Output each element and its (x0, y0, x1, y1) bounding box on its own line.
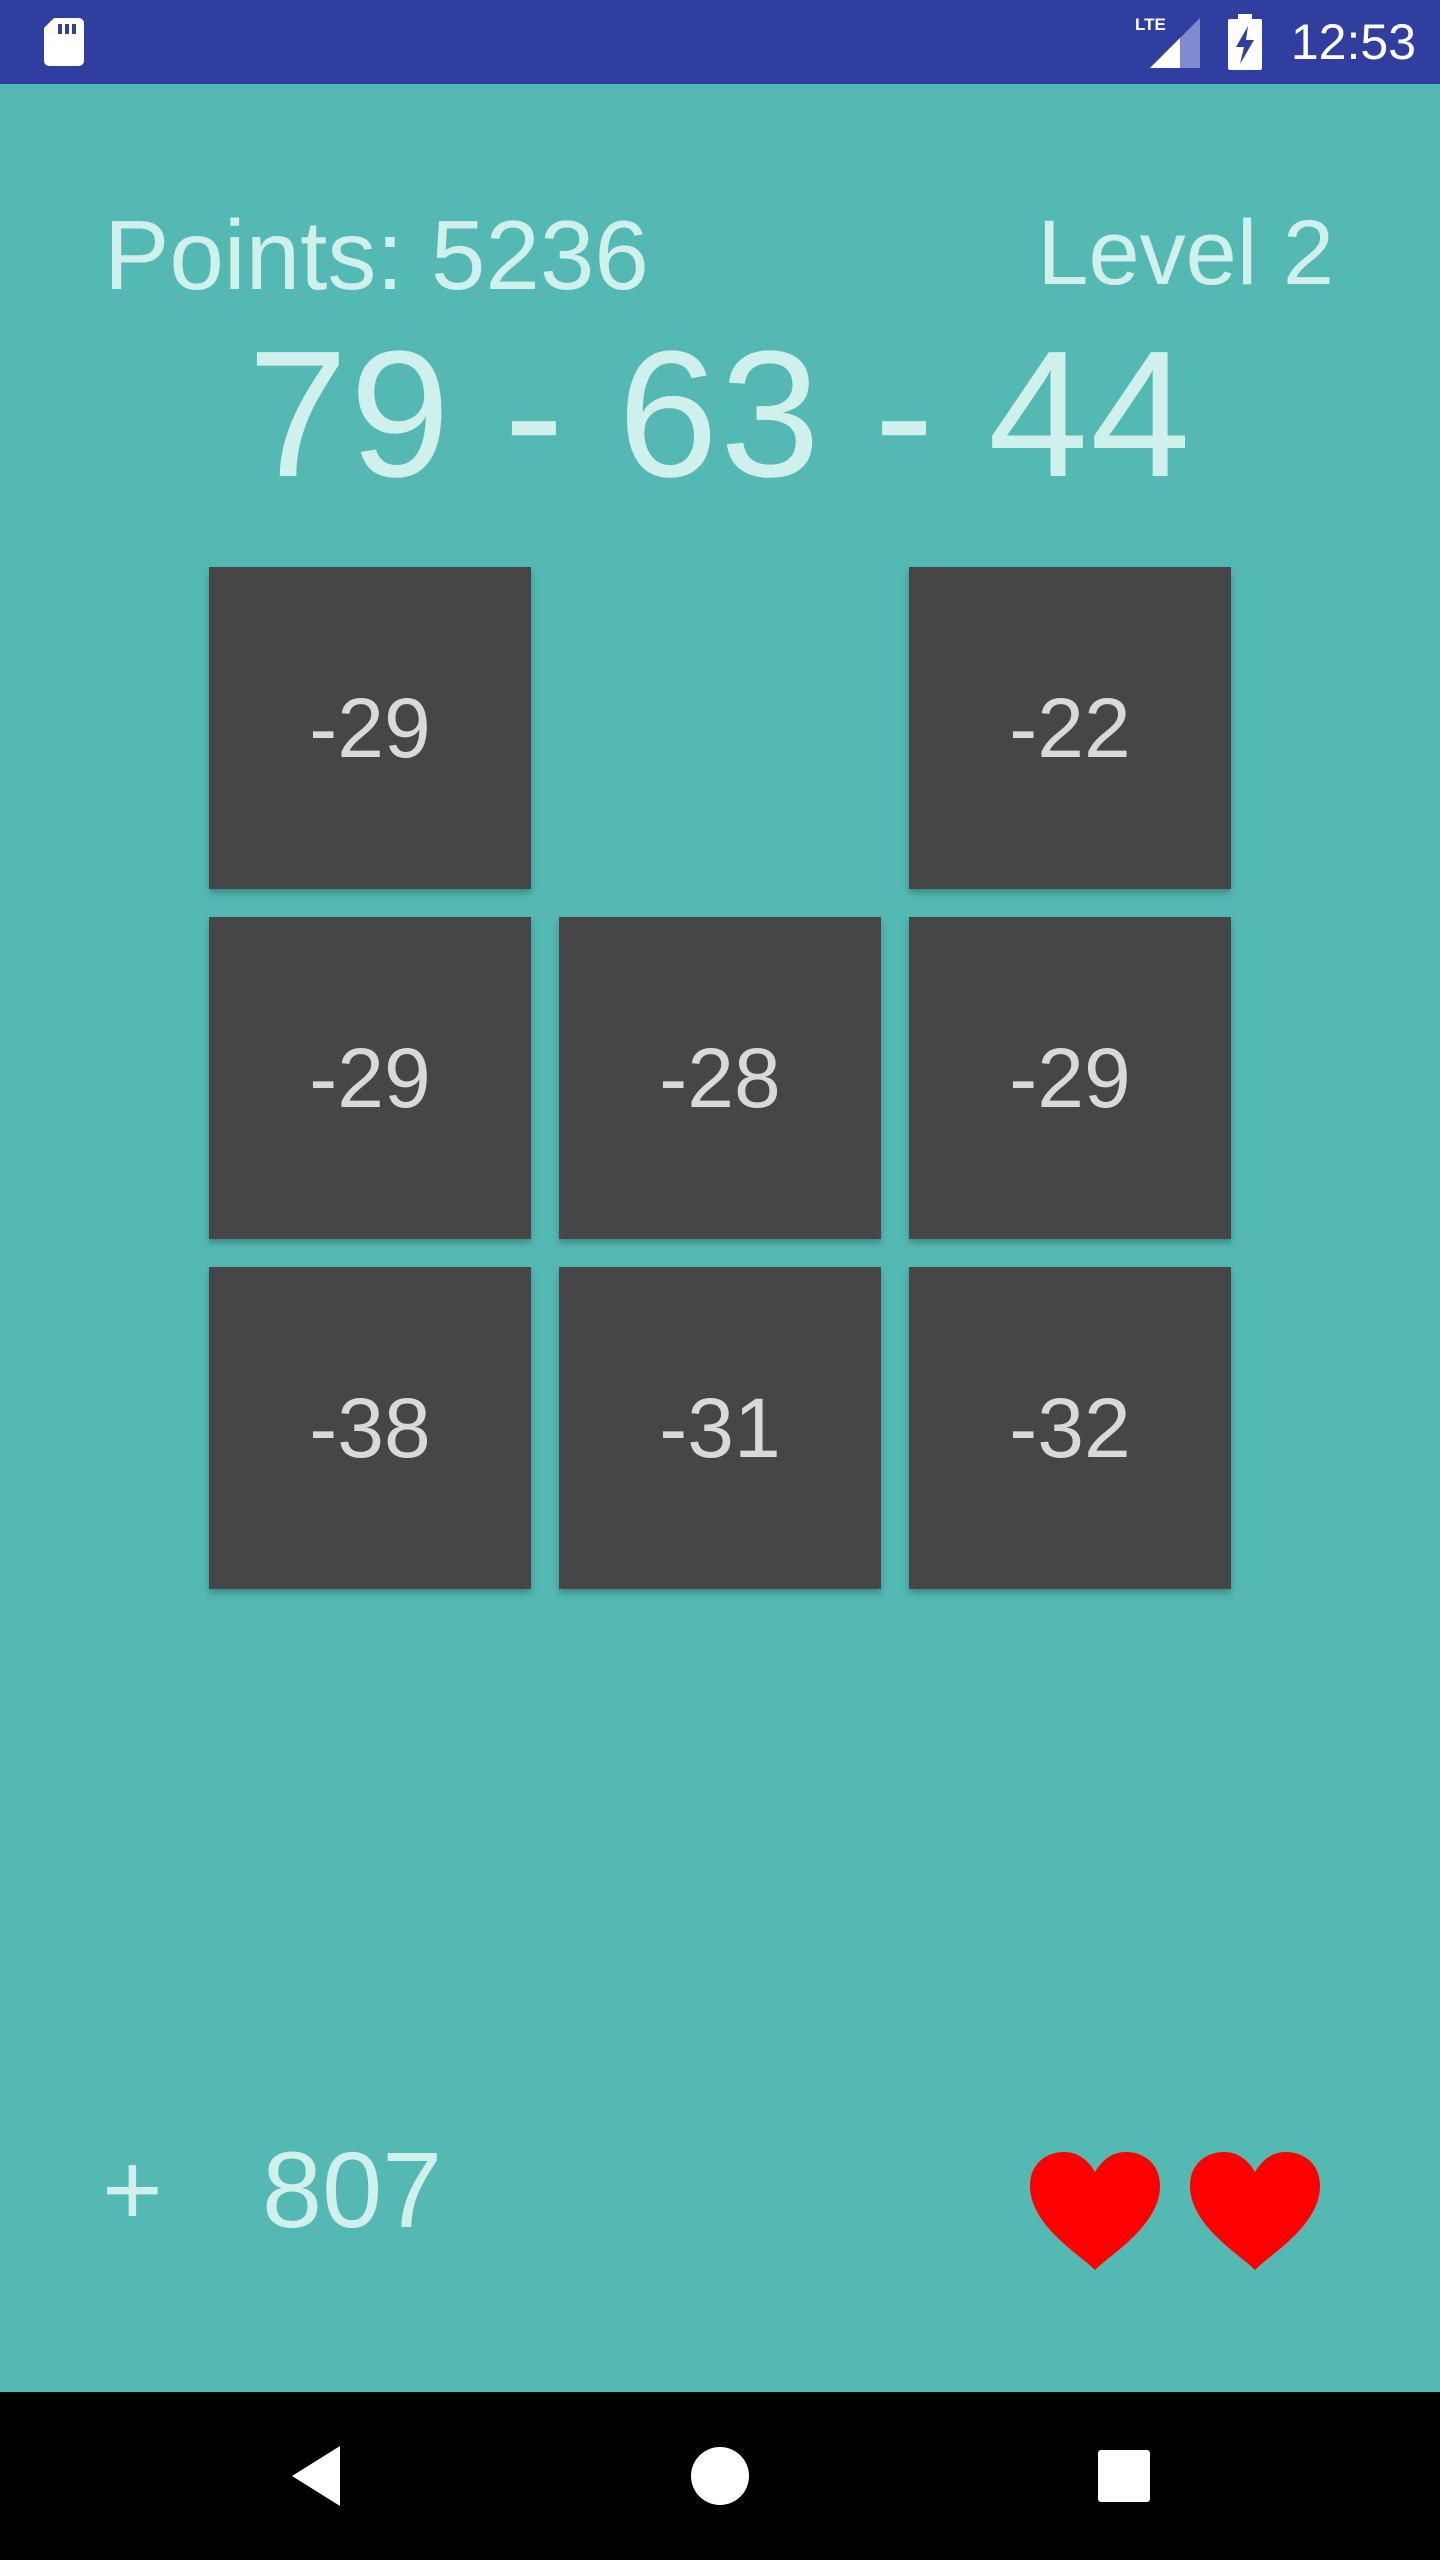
tile-value: -22 (1009, 680, 1131, 775)
svg-text:LTE: LTE (1135, 15, 1166, 34)
back-icon[interactable] (266, 2426, 366, 2526)
tile-value: -32 (1009, 1380, 1131, 1475)
points-label: Points: 5236 (104, 200, 649, 310)
sd-card-icon (44, 18, 84, 66)
status-bar: LTE 12:53 (0, 0, 1440, 84)
tile-r1c1[interactable]: -29 (209, 567, 531, 889)
navigation-bar (0, 2392, 1440, 2560)
game-screen: LTE 12:53 Points: 5236 Level 2 79 - 63 -… (0, 0, 1440, 2560)
recents-icon[interactable] (1074, 2426, 1174, 2526)
tile-value: -29 (309, 1030, 431, 1125)
home-icon[interactable] (670, 2426, 770, 2526)
heart-icon (1190, 2152, 1320, 2270)
tile-r1c3[interactable]: -22 (909, 567, 1231, 889)
tile-r3c3[interactable]: -32 (909, 1267, 1231, 1589)
lte-signal-icon: LTE (1135, 15, 1200, 68)
tile-r3c1[interactable]: -38 (209, 1267, 531, 1589)
tile-value: -29 (309, 680, 431, 775)
heart-icon (1030, 2152, 1160, 2270)
tile-value: -38 (309, 1380, 431, 1475)
tile-r2c3[interactable]: -29 (909, 917, 1231, 1239)
tile-value: -31 (659, 1380, 781, 1475)
level-label: Level 2 (1037, 202, 1334, 304)
tile-value: -29 (1009, 1030, 1131, 1125)
tile-value: -28 (659, 1030, 781, 1125)
bonus-value: 807 (262, 2129, 443, 2250)
tile-r2c1[interactable]: -29 (209, 917, 531, 1239)
tile-r2c2[interactable]: -28 (559, 917, 881, 1239)
bonus-sign: + (102, 2132, 163, 2248)
status-clock: 12:53 (1290, 14, 1416, 70)
battery-charging-icon (1228, 14, 1262, 70)
number-sequence: 79 - 63 - 44 (247, 314, 1193, 515)
tile-r3c2[interactable]: -31 (559, 1267, 881, 1589)
